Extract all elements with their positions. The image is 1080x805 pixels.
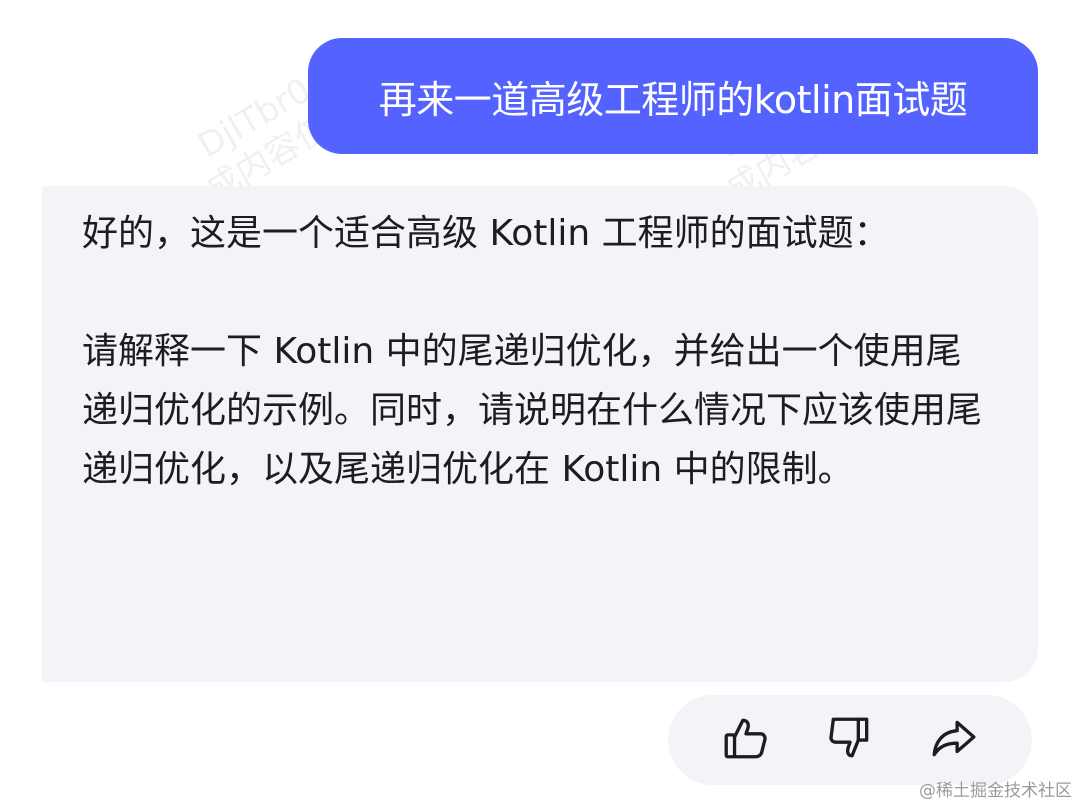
thumbs-down-icon <box>825 713 875 767</box>
dislike-button[interactable] <box>822 712 878 768</box>
assistant-paragraph-1: 好的，这是一个适合高级 Kotlin 工程师的面试题： <box>82 213 890 254</box>
assistant-message-bubble[interactable]: 好的，这是一个适合高级 Kotlin 工程师的面试题： 请解释一下 Kotlin… <box>42 186 1038 682</box>
site-watermark: @稀土掘金技术社区 <box>919 781 1072 801</box>
share-button[interactable] <box>926 712 982 768</box>
user-message-text: 再来一道高级工程师的kotlin面试题 <box>378 77 968 122</box>
message-action-bar <box>668 695 1032 785</box>
assistant-paragraph-2: 请解释一下 Kotlin 中的尾递归优化，并给出一个使用尾递归优化的示例。同时，… <box>82 331 983 490</box>
chat-screen: DjlTbr0s AI生成内容仅供参考 DjlTbr0s AI生成内容仅供参考 … <box>0 0 1080 805</box>
user-message-bubble[interactable]: 再来一道高级工程师的kotlin面试题 <box>308 38 1038 154</box>
thumbs-up-icon <box>721 713 771 767</box>
share-icon <box>929 713 979 767</box>
like-button[interactable] <box>718 712 774 768</box>
